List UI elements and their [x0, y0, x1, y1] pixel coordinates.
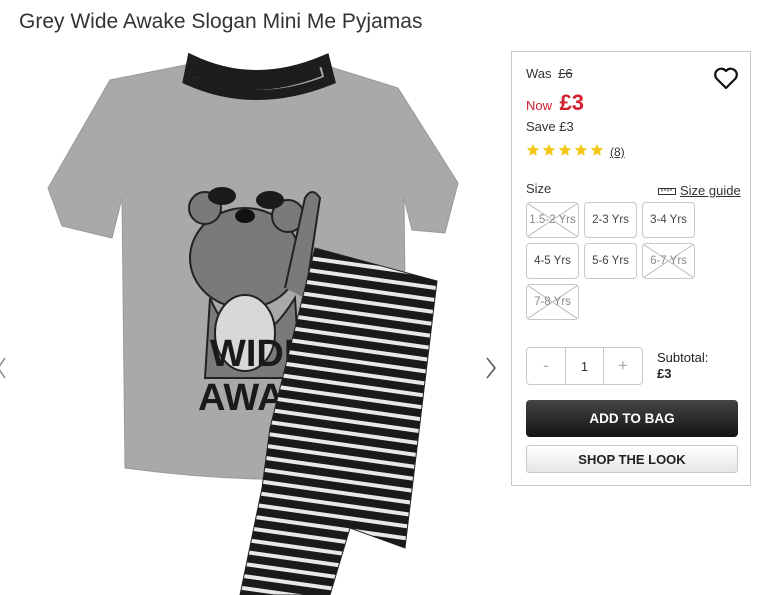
size-option[interactable]: 3-4 Yrs [642, 202, 695, 238]
size-guide-link[interactable]: Size guide [658, 183, 741, 198]
star-rating: (8) [526, 143, 625, 162]
was-price: £6 [558, 66, 573, 81]
size-option[interactable]: 4-5 Yrs [526, 243, 579, 279]
now-price: £3 [559, 90, 584, 115]
quantity-decrease-button[interactable]: - [527, 348, 565, 384]
star-icon [526, 143, 540, 156]
grey-pyjamas-image: WIDE AWAKE [47, 52, 459, 595]
chevron-right-icon[interactable] [484, 356, 498, 385]
subtotal-amount: £3 [657, 366, 672, 381]
review-count-link[interactable]: (8) [610, 145, 625, 159]
size-option-label: 5-6 Yrs [592, 255, 629, 267]
quantity-increase-button[interactable]: + [604, 348, 642, 384]
heart-icon[interactable] [713, 66, 739, 90]
chevron-left-icon[interactable] [0, 356, 6, 385]
was-price-row: Was £6 [526, 66, 573, 81]
save-label: Save [526, 119, 556, 134]
size-option-label: 6-7 Yrs [650, 255, 687, 267]
size-guide-label: Size guide [680, 183, 741, 198]
ruler-icon [658, 187, 676, 195]
star-icon [542, 143, 556, 156]
shop-the-look-button[interactable]: SHOP THE LOOK [526, 445, 738, 473]
size-option-label: 1.5-2 Yrs [529, 214, 576, 226]
rating-stars [526, 143, 606, 162]
size-option[interactable]: 6-7 Yrs [642, 243, 695, 279]
subtotal: Subtotal: £3 [657, 350, 708, 382]
add-to-bag-button[interactable]: ADD TO BAG [526, 400, 738, 437]
save-row: Save £3 [526, 119, 574, 134]
star-icon [558, 143, 572, 156]
size-option-label: 3-4 Yrs [650, 214, 687, 226]
star-icon [574, 143, 588, 156]
subtotal-label: Subtotal: [657, 350, 709, 365]
size-label: Size [526, 181, 552, 196]
product-title: Grey Wide Awake Slogan Mini Me Pyjamas [19, 10, 423, 33]
purchase-panel: Was £6 Now £3 Save £3 (8) Size Size guid… [511, 51, 751, 486]
was-label: Was [526, 66, 552, 81]
size-option[interactable]: 5-6 Yrs [584, 243, 637, 279]
size-option[interactable]: 1.5-2 Yrs [526, 202, 579, 238]
quantity-input[interactable]: 1 [565, 348, 604, 384]
size-option-label: 4-5 Yrs [534, 255, 571, 267]
size-option[interactable]: 7-8 Yrs [526, 284, 579, 320]
product-image-gallery: WIDE AWAKE [0, 48, 505, 595]
size-option-label: 2-3 Yrs [592, 214, 629, 226]
size-option-label: 7-8 Yrs [534, 296, 571, 308]
quantity-stepper: - 1 + [526, 347, 643, 385]
now-price-row: Now £3 [526, 90, 584, 116]
size-option[interactable]: 2-3 Yrs [584, 202, 637, 238]
now-label: Now [526, 98, 553, 113]
star-icon [590, 143, 604, 156]
save-amount: £3 [559, 119, 574, 134]
